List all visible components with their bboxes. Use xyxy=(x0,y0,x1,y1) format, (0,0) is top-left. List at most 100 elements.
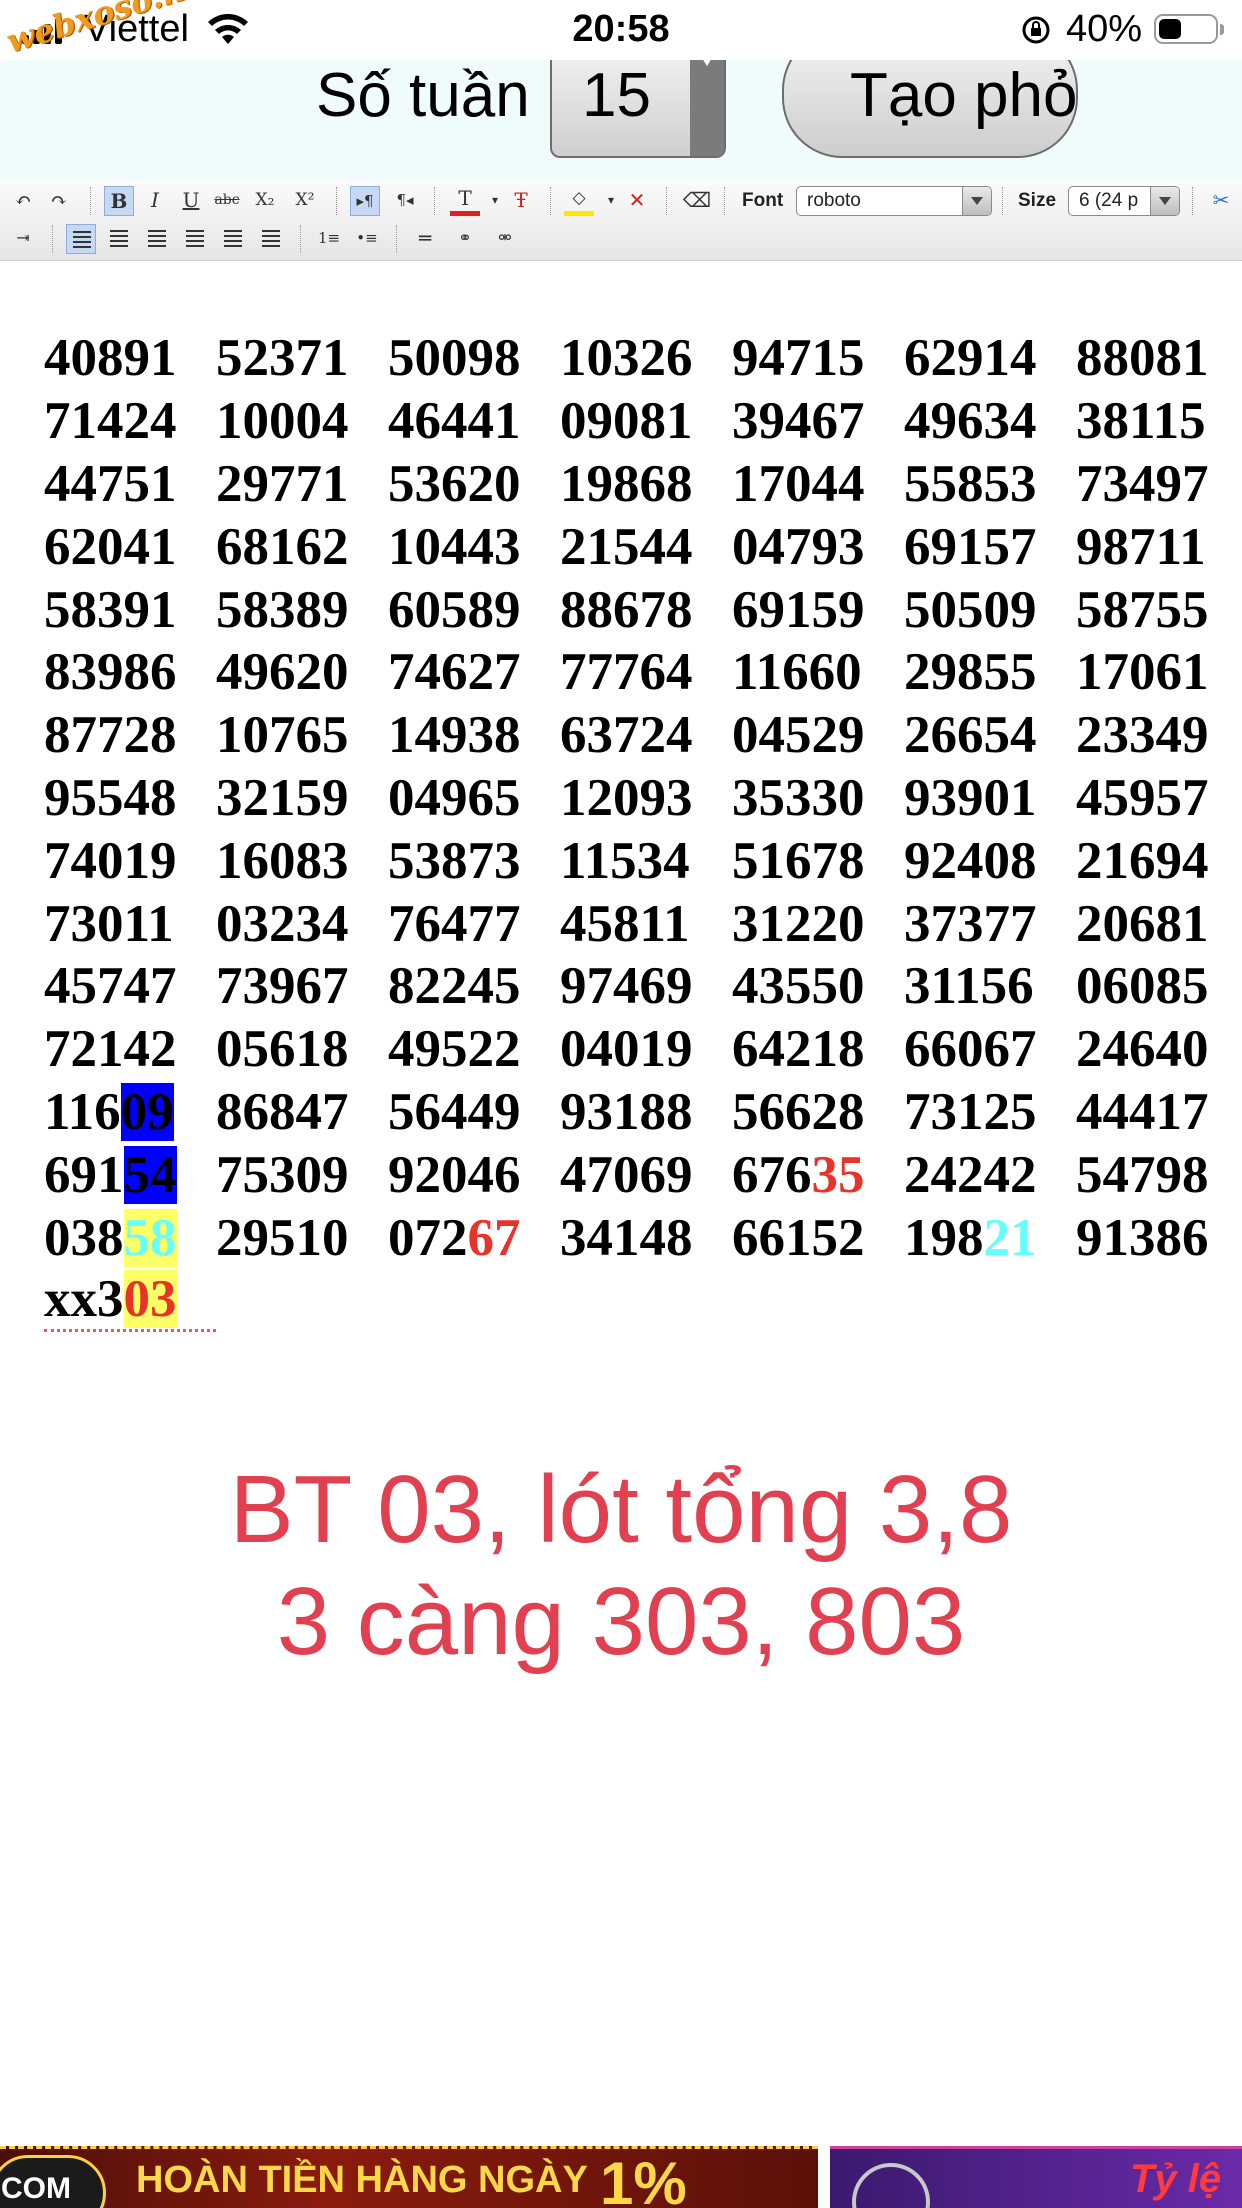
text-color-icon[interactable]: T xyxy=(450,184,480,216)
remove-text-color-icon[interactable]: Ŧ xyxy=(506,186,536,216)
bullet-list-icon[interactable]: •≡ xyxy=(352,224,382,254)
number-prefix: 691 xyxy=(44,1145,124,1204)
italic-icon[interactable]: I xyxy=(140,186,170,216)
number-cell: 31156 xyxy=(904,957,1034,1016)
cut-icon[interactable]: ✂ xyxy=(1206,186,1236,216)
number-cell: 29855 xyxy=(904,643,1037,702)
battery-fill xyxy=(1159,19,1181,39)
number-cell: 86847 xyxy=(216,1082,349,1141)
size-select[interactable]: 6 (24 p xyxy=(1068,186,1180,216)
toolbar-separator xyxy=(434,187,437,215)
number-cell: 44417 xyxy=(1076,1082,1209,1141)
highlight-color-icon[interactable]: ◇ xyxy=(564,184,594,216)
number-cell: xx303 xyxy=(44,1269,216,1332)
number-cell: 83986 xyxy=(44,643,177,702)
number-cell: 74019 xyxy=(44,831,177,890)
toolbar-separator xyxy=(1002,187,1005,215)
weeks-select-value: 15 xyxy=(582,61,651,130)
number-cell: 11660 xyxy=(732,643,862,702)
font-select[interactable]: roboto xyxy=(796,186,992,216)
number-cell: 11534 xyxy=(560,831,690,890)
number-cell: 35330 xyxy=(732,768,865,827)
number-cell: 10443 xyxy=(388,517,521,576)
ad-banner[interactable]: COM HOÀN TIỀN HÀNG NGÀY 1% Tỷ lệ xyxy=(0,2146,1242,2208)
remove-highlight-icon[interactable]: ✕ xyxy=(622,186,652,216)
number-cell: 38115 xyxy=(1076,392,1206,451)
underline-icon[interactable]: U xyxy=(176,186,206,216)
number-cell: 51678 xyxy=(732,831,865,890)
redo-icon[interactable]: ↷ xyxy=(44,186,74,216)
superscript-icon[interactable]: X² xyxy=(290,186,320,216)
number-cell: 37377 xyxy=(904,894,1037,953)
justify-icon[interactable] xyxy=(180,224,210,254)
number-cell: 74627 xyxy=(388,643,521,702)
unlink-icon[interactable]: ⚮ xyxy=(490,224,520,254)
number-cell: 34148 xyxy=(560,1208,693,1267)
numbers-row: 74019 16083 53873 11534 51678 92408 21694 xyxy=(44,829,1224,892)
highlighted-digits: 09 xyxy=(120,1082,174,1141)
numbers-row: 83986 49620 74627 77764 11660 29855 17061 xyxy=(44,641,1224,704)
number-cell: 26654 xyxy=(904,706,1037,765)
number-cell: 03858 xyxy=(44,1208,216,1268)
number-cell: 67635 xyxy=(732,1145,904,1205)
numbers-row: 58391 58389 60589 88678 69159 50509 58755 xyxy=(44,578,1224,641)
generate-button[interactable]: Tạo phỏ xyxy=(782,60,1078,158)
number-cell: 04793 xyxy=(732,517,865,576)
align-right-icon[interactable] xyxy=(142,224,172,254)
number-cell: 10326 xyxy=(560,329,693,388)
number-cell: 87728 xyxy=(44,706,177,765)
number-cell: 05618 xyxy=(216,1020,349,1079)
horizontal-rule-icon[interactable]: ═ xyxy=(410,224,440,254)
ad-right-text: Tỷ lệ xyxy=(1130,2157,1222,2201)
link-icon[interactable]: ⚭ xyxy=(450,224,480,254)
number-cell: 73967 xyxy=(216,957,349,1016)
undo-icon[interactable]: ↶ xyxy=(8,186,38,216)
number-cell: 77764 xyxy=(560,643,693,702)
number-cell: 32159 xyxy=(216,768,349,827)
number-cell: 82245 xyxy=(388,957,521,1016)
ltr-icon[interactable]: ▸¶ xyxy=(350,186,380,216)
numbered-list-icon[interactable]: 1≡ xyxy=(314,224,344,254)
toolbar-separator xyxy=(396,225,399,253)
rtl-icon[interactable]: ¶◂ xyxy=(390,186,420,216)
rotation-lock-icon xyxy=(1022,16,1050,44)
eraser-icon[interactable]: ⌫ xyxy=(682,186,712,216)
number-cell: 68162 xyxy=(216,517,349,576)
size-select-value: 6 (24 p xyxy=(1079,190,1139,211)
number-cell: 73497 xyxy=(1076,454,1209,513)
number-cell: 66067 xyxy=(904,1020,1037,1079)
number-cell: 54798 xyxy=(1076,1145,1209,1204)
strikethrough-icon[interactable]: abc xyxy=(212,186,242,216)
ad-banner-right[interactable]: Tỷ lệ xyxy=(830,2146,1242,2208)
paragraph-format-icon[interactable] xyxy=(256,224,286,254)
number-cell: 64218 xyxy=(732,1020,865,1079)
number-cell: 10004 xyxy=(216,392,349,451)
align-center-icon[interactable] xyxy=(104,224,134,254)
numbers-row: 62041 68162 10443 21544 04793 69157 98711 xyxy=(44,515,1224,578)
number-cell: 56628 xyxy=(732,1082,865,1141)
indent-icon[interactable]: ⇥ xyxy=(8,224,38,254)
number-cell: 62041 xyxy=(44,517,177,576)
subscript-icon[interactable]: X₂ xyxy=(250,186,280,216)
align-left-icon[interactable] xyxy=(66,224,96,254)
number-cell: 94715 xyxy=(732,329,865,388)
number-cell: 91386 xyxy=(1076,1208,1209,1267)
numbers-row: 44751 29771 53620 19868 17044 55853 73497 xyxy=(44,453,1224,516)
number-cell: 40891 xyxy=(44,329,177,388)
bold-icon[interactable]: B xyxy=(104,186,134,216)
toolbar-separator xyxy=(666,187,669,215)
justify-full-icon[interactable] xyxy=(218,224,248,254)
highlighted-digits: 35 xyxy=(811,1145,865,1204)
battery-tip xyxy=(1220,24,1224,35)
number-cell: 17044 xyxy=(732,454,865,513)
numbers-row: 69154 75309 92046 47069 67635 24242 54798 xyxy=(44,1143,1224,1206)
ad-banner-left[interactable]: COM HOÀN TIỀN HÀNG NGÀY 1% xyxy=(0,2146,818,2208)
number-cell: 24640 xyxy=(1076,1020,1209,1079)
number-cell: 47069 xyxy=(560,1145,693,1204)
number-cell: 98711 xyxy=(1076,517,1206,576)
weeks-select[interactable]: 15 xyxy=(550,60,726,158)
numbers-grid: 40891 52371 50098 10326 94715 62914 88081 71424… xyxy=(44,327,1224,1332)
number-cell: 20681 xyxy=(1076,894,1209,953)
prediction-line-1: BT 03, lót tổng 3,8 xyxy=(229,1456,1013,1563)
number-cell: 04965 xyxy=(388,768,521,827)
